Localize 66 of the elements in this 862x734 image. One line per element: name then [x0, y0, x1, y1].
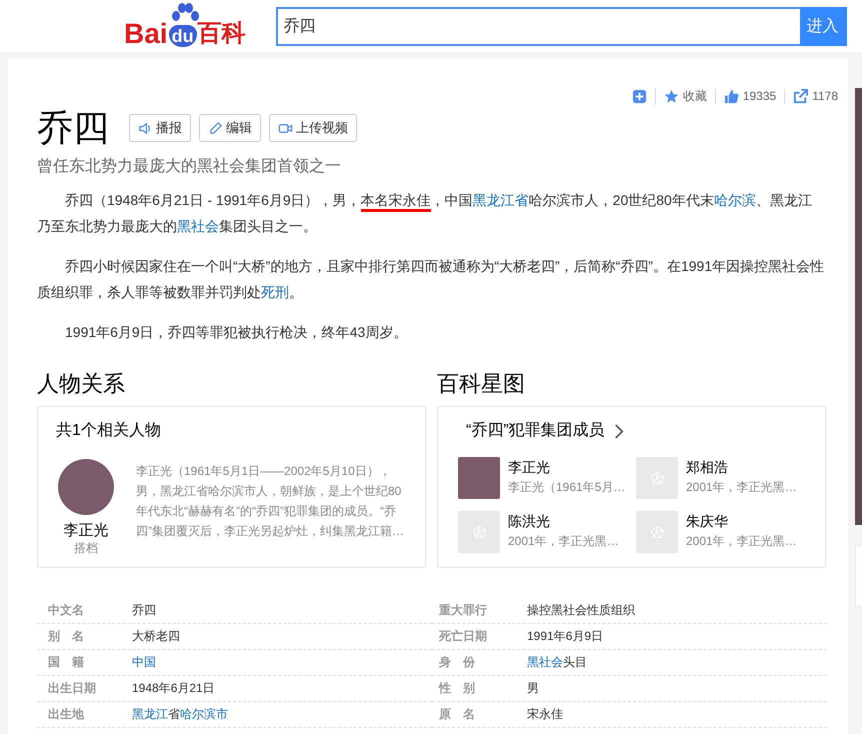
- info-label: 身 份: [438, 654, 476, 671]
- link[interactable]: 中国: [132, 655, 156, 669]
- card-title: 共1个相关人物: [56, 420, 162, 441]
- link[interactable]: 死刑: [261, 284, 289, 300]
- info-label: 重大罪行: [438, 602, 488, 619]
- upload-video-button[interactable]: 上传视频: [269, 114, 357, 142]
- enter-button[interactable]: 进入: [800, 6, 847, 46]
- add-icon: [632, 88, 647, 104]
- info-value: 1991年6月9日: [527, 628, 604, 645]
- share-icon: [793, 88, 808, 104]
- info-label: 出生日期: [47, 680, 97, 697]
- member-summary: 2001年，李正光黑…: [686, 533, 797, 550]
- member-summary: 李正光（1961年5月…: [508, 479, 626, 496]
- link[interactable]: 黑社会: [177, 218, 219, 234]
- info-value: 宋永佳: [527, 706, 563, 723]
- underlined-text: 本名宋永佳: [360, 192, 431, 212]
- thumbs-up-icon: [724, 88, 739, 104]
- info-label: 性 别: [438, 680, 476, 697]
- info-value: 黑社会头目: [527, 654, 587, 671]
- share-count: 1178: [812, 89, 838, 103]
- like-count: 19335: [742, 89, 776, 103]
- info-label: 中文名: [47, 602, 85, 619]
- info-value: 乔四: [132, 602, 156, 619]
- section-heading: 百科星图: [437, 370, 526, 398]
- member-name[interactable]: 陈洪光: [508, 511, 619, 531]
- member-name[interactable]: 李正光: [508, 457, 626, 477]
- card-background: [855, 545, 862, 607]
- entry-title: 乔四: [37, 106, 109, 150]
- info-value: 操控黑社会性质组织: [527, 602, 635, 619]
- section-heading: 人物关系: [37, 370, 126, 398]
- person-name[interactable]: 李正光: [64, 521, 108, 540]
- paw-icon: [170, 3, 200, 23]
- info-label: 别 名: [46, 628, 85, 645]
- info-value: 黑龙江省哈尔滨市: [132, 706, 228, 723]
- link[interactable]: 黑社会: [527, 655, 563, 669]
- info-value: 大桥老四: [132, 628, 180, 645]
- paragraph: 1991年6月9日，乔四等罪犯被执行枪决，终年43周岁。: [64, 323, 408, 342]
- star-icon: [664, 88, 679, 104]
- member-summary: 2001年，李正光黑…: [686, 479, 797, 496]
- member-summary: 2001年，李正光黑…: [508, 533, 619, 550]
- paragraph: 乔四（1948年6月21日 - 1991年6月9日），男，本名宋永佳，中国黑龙江省哈尔滨市人，20世纪80年代末哈尔滨、黑龙江乃至东北势力最庞大的黑社会集团头目之一。: [37, 191, 813, 236]
- member-name[interactable]: 郑相浩: [686, 457, 797, 477]
- info-label: 死亡日期: [438, 628, 488, 645]
- logo[interactable]: Bai du 百科: [124, 3, 246, 49]
- pencil-icon: [208, 120, 223, 136]
- edit-button[interactable]: 编辑: [199, 114, 261, 142]
- link[interactable]: 哈尔滨: [714, 192, 756, 208]
- link[interactable]: 哈尔滨市: [180, 707, 228, 721]
- info-value: 男: [527, 680, 539, 697]
- info-value: 1948年6月21日: [132, 680, 215, 697]
- info-label: 原 名: [438, 706, 476, 723]
- group-title[interactable]: “乔四”犯罪集团成员: [466, 419, 605, 443]
- entry-subtitle: 曾任东北势力最庞大的黑社会集团首领之一: [37, 156, 342, 177]
- play-audio-button[interactable]: 播报: [129, 114, 191, 142]
- speaker-icon: [138, 120, 153, 136]
- link[interactable]: 黑龙江: [132, 707, 168, 721]
- info-label: 国 籍: [47, 654, 85, 671]
- photo-placeholder[interactable]: [458, 457, 500, 499]
- info-label: 出生地: [47, 706, 85, 723]
- paragraph: 乔四小时候因家住在一个叫“大桥”的地方，且家中排行第四而被通称为“大桥老四”，后简称“乔四”。在1991年因操控黑社会性质组织罪，杀人罪等被数罪并罚判处死刑。: [37, 257, 825, 302]
- member-name[interactable]: 朱庆华: [686, 511, 797, 531]
- person-role: 搭档: [74, 540, 98, 557]
- favorite-label[interactable]: 收藏: [682, 88, 707, 104]
- link[interactable]: 黑龙江省: [472, 192, 529, 208]
- person-summary: 李正光（1961年5月1日——2002年5月10日），男，黑龙江省哈尔滨市人，朝鲜族，是上个世纪80年代东北“赫赫有名”的“乔四”犯罪集团的成员。“乔四”集团覆灭后，李正光另起炉灶，纠集黑龙江籍…: [136, 463, 405, 540]
- search-field[interactable]: 乔四: [276, 6, 800, 46]
